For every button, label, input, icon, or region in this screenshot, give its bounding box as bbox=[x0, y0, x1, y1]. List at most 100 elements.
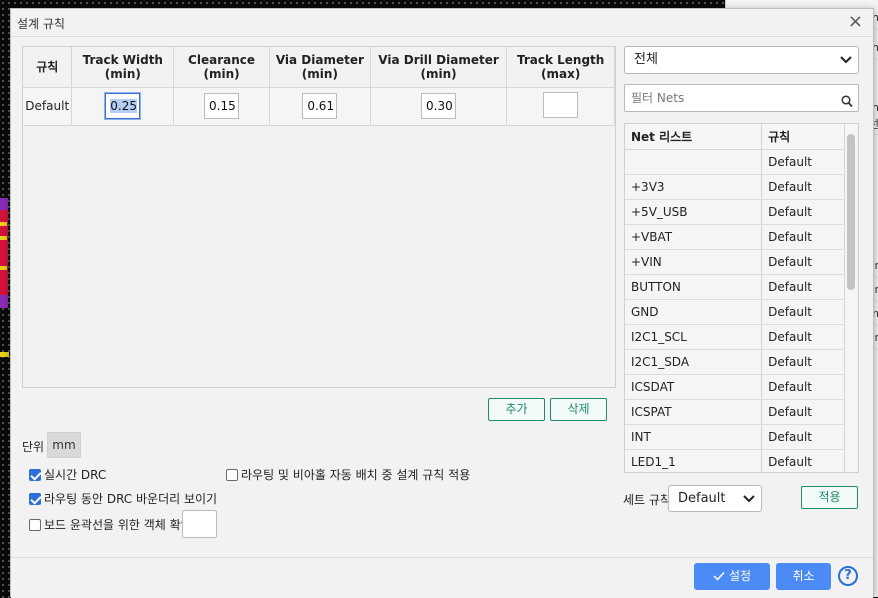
net-row[interactable]: +VBAT Default bbox=[625, 224, 845, 250]
drc-boundary-label: 라우팅 동안 DRC 바운더리 보이기 bbox=[44, 492, 218, 506]
cancel-button[interactable]: 취소 bbox=[776, 563, 831, 590]
track-width-input[interactable]: 0.25 bbox=[105, 93, 141, 119]
net-rule: Default bbox=[761, 424, 845, 450]
chevron-down-icon bbox=[840, 47, 852, 82]
close-icon[interactable]: × bbox=[848, 12, 863, 32]
add-button[interactable]: 추가 bbox=[488, 398, 545, 421]
net-rule: Default bbox=[761, 374, 845, 400]
ok-label: 설정 bbox=[728, 569, 752, 583]
set-rule-label: 세트 규칙 bbox=[623, 493, 671, 507]
net-name: I2C1_SCL bbox=[625, 324, 763, 350]
net-list-scrollbar[interactable] bbox=[847, 134, 855, 290]
set-rule-value: Default bbox=[678, 491, 726, 506]
board-outline-option[interactable]: 보드 윤곽선을 위한 객체 확인 bbox=[29, 516, 192, 533]
net-rule: Default bbox=[761, 174, 845, 200]
table-row: Default 0.25 0.15 0.61 0.30 bbox=[23, 87, 615, 126]
unit-label: 단위 bbox=[22, 440, 45, 454]
pcb-trace-yellow-1 bbox=[0, 222, 7, 226]
net-row[interactable]: GND Default bbox=[625, 299, 845, 325]
realtime-drc-label: 실시간 DRC bbox=[44, 468, 107, 482]
rules-table: 규칙 Track Width (min) Clearance (min) Via D… bbox=[23, 47, 615, 126]
net-rule: Default bbox=[761, 199, 845, 225]
net-row[interactable]: ICSPAT Default bbox=[625, 399, 845, 425]
net-name: GND bbox=[625, 299, 763, 325]
net-rule: Default bbox=[761, 224, 845, 250]
net-rule-header: 규칙 bbox=[761, 124, 845, 150]
pcb-trace-yellow-2 bbox=[0, 236, 7, 240]
net-name: BUTTON bbox=[625, 274, 763, 300]
net-rule: Default bbox=[761, 449, 845, 472]
net-row[interactable]: ICSDAT Default bbox=[625, 374, 845, 400]
search-icon[interactable] bbox=[841, 91, 853, 108]
net-filter-input[interactable]: 필터 Nets bbox=[624, 84, 859, 112]
chevron-down-icon bbox=[743, 486, 755, 520]
net-name: +VBAT bbox=[625, 224, 763, 250]
net-row[interactable]: I2C1_SDA Default bbox=[625, 349, 845, 375]
header-rule: 규칙 bbox=[23, 47, 73, 88]
pcb-trace-yellow-3 bbox=[0, 266, 7, 270]
net-row[interactable]: Default bbox=[625, 149, 845, 175]
realtime-drc-option[interactable]: 실시간 DRC bbox=[29, 466, 106, 483]
net-filter-placeholder: 필터 Nets bbox=[631, 91, 685, 105]
net-name: INT bbox=[625, 424, 763, 450]
net-name: +5V_USB bbox=[625, 199, 763, 225]
routing-apply-checkbox[interactable] bbox=[226, 468, 238, 481]
check-icon bbox=[713, 571, 725, 581]
board-outline-input[interactable] bbox=[182, 510, 217, 538]
net-row[interactable]: I2C1_SCL Default bbox=[625, 324, 845, 350]
apply-button[interactable]: 적용 bbox=[801, 486, 858, 509]
net-row[interactable]: INT Default bbox=[625, 424, 845, 450]
net-name: +3V3 bbox=[625, 174, 763, 200]
net-name: LED1_1 bbox=[625, 449, 763, 472]
net-row[interactable]: +3V3 Default bbox=[625, 174, 845, 200]
header-track-width: Track Width (min) bbox=[71, 47, 175, 88]
header-via-drill-diameter: Via Drill Diameter (min) bbox=[370, 47, 508, 88]
set-rule-dropdown[interactable]: Default bbox=[668, 485, 762, 512]
drc-boundary-option[interactable]: 라우팅 동안 DRC 바운더리 보이기 bbox=[29, 490, 217, 507]
net-rule: Default bbox=[761, 349, 845, 375]
board-outline-label: 보드 윤곽선을 위한 객체 확인 bbox=[44, 518, 192, 532]
net-rule: Default bbox=[761, 149, 845, 175]
net-list-header: Net 리스트 bbox=[625, 124, 763, 150]
dialog-title: 설계 규칙 bbox=[17, 17, 65, 31]
routing-apply-label: 라우팅 및 비아홀 자동 배치 중 설계 규칙 적용 bbox=[241, 468, 471, 482]
drc-boundary-checkbox[interactable] bbox=[29, 492, 41, 505]
rule-name: Default bbox=[23, 87, 73, 126]
via-drill-input[interactable]: 0.30 bbox=[421, 93, 457, 119]
net-rule: Default bbox=[761, 299, 845, 325]
net-row[interactable]: +VIN Default bbox=[625, 249, 845, 275]
header-clearance: Clearance (min) bbox=[173, 47, 270, 88]
net-row[interactable]: BUTTON Default bbox=[625, 274, 845, 300]
via-diameter-input[interactable]: 0.61 bbox=[302, 93, 338, 119]
help-icon[interactable]: ? bbox=[838, 566, 858, 586]
net-rule: Default bbox=[761, 249, 845, 275]
net-list-panel: Net 리스트 규칙 Default +3V3 Default +5V_USB Defa… bbox=[624, 123, 859, 473]
net-name: ICSDAT bbox=[625, 374, 763, 400]
net-class-dropdown[interactable]: 전체 bbox=[624, 46, 859, 74]
rules-table-panel: 규칙 Track Width (min) Clearance (min) Via D… bbox=[22, 46, 616, 388]
net-rule: Default bbox=[761, 399, 845, 425]
unit-selector[interactable]: mm bbox=[47, 432, 81, 458]
pcb-trace-yellow-4 bbox=[0, 352, 9, 357]
clearance-input[interactable]: 0.15 bbox=[204, 93, 240, 119]
net-rule: Default bbox=[761, 274, 845, 300]
net-name: ICSPAT bbox=[625, 399, 763, 425]
routing-apply-option[interactable]: 라우팅 및 비아홀 자동 배치 중 설계 규칙 적용 bbox=[226, 466, 470, 483]
board-outline-checkbox[interactable] bbox=[29, 518, 41, 531]
net-list-table: Net 리스트 규칙 Default +3V3 Default +5V_USB Defa… bbox=[625, 124, 845, 472]
ok-button[interactable]: 설정 bbox=[694, 563, 770, 590]
net-row[interactable]: LED1_1 Default bbox=[625, 449, 845, 472]
delete-button[interactable]: 삭제 bbox=[550, 398, 607, 421]
net-name: I2C1_SDA bbox=[625, 349, 763, 375]
header-track-length: Track Length (max) bbox=[506, 47, 615, 88]
net-name bbox=[625, 149, 763, 175]
net-row[interactable]: +5V_USB Default bbox=[625, 199, 845, 225]
net-rule: Default bbox=[761, 324, 845, 350]
header-via-diameter: Via Diameter (min) bbox=[269, 47, 371, 88]
net-name: +VIN bbox=[625, 249, 763, 275]
net-class-value: 전체 bbox=[634, 52, 658, 67]
track-length-input[interactable] bbox=[543, 91, 579, 118]
realtime-drc-checkbox[interactable] bbox=[29, 468, 41, 481]
dialog-titlebar: 설계 규칙 × bbox=[11, 9, 873, 37]
design-rules-dialog: 설계 규칙 × 규칙 Track Width (min) Clearance (mi… bbox=[10, 8, 874, 598]
